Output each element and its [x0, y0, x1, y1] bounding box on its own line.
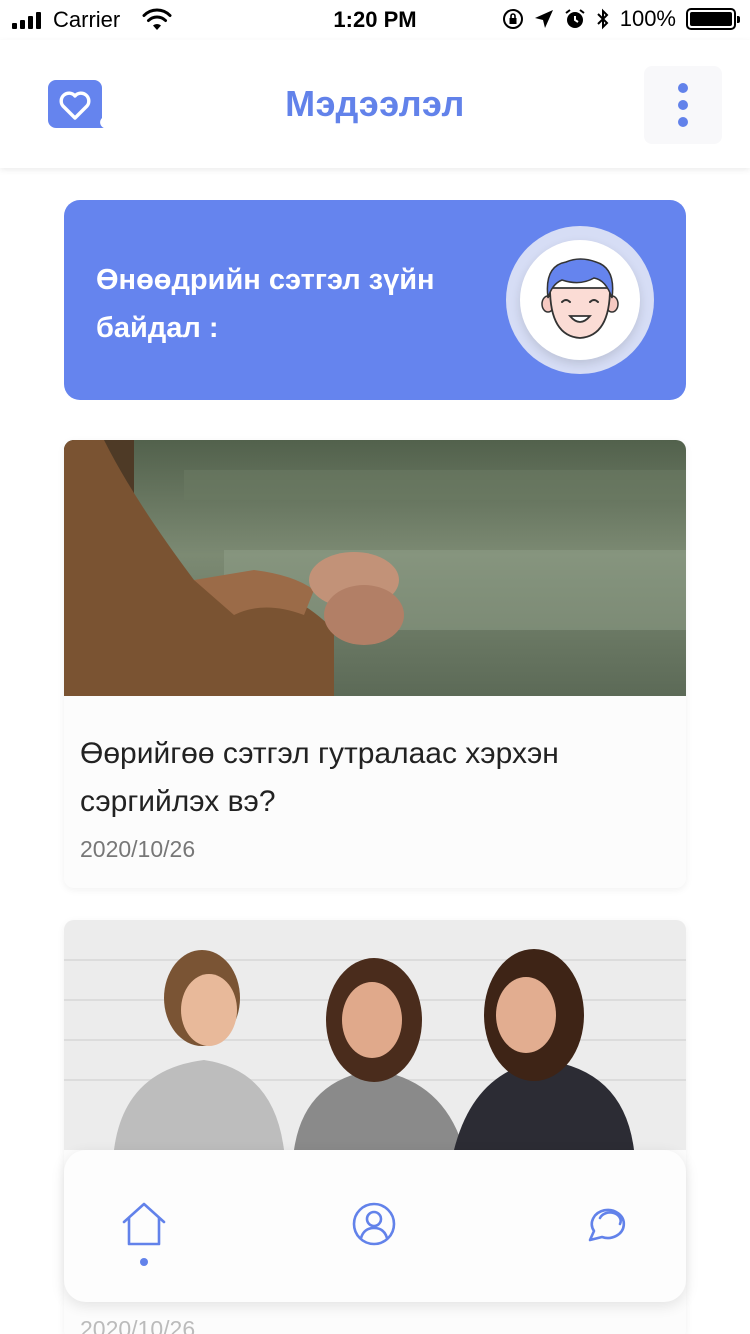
article-date: 2020/10/26: [80, 836, 196, 862]
avatar: [520, 240, 640, 360]
battery-icon: [686, 8, 740, 30]
page-title: Мэдээлэл: [285, 83, 465, 124]
status-bar: Carrier 1:20 PM 100%: [0, 0, 750, 40]
alarm-icon: [565, 9, 585, 28]
article-title: Өөрийгөө сэтгэл гутралаас хэрхэн сэргийл…: [80, 737, 559, 818]
more-vertical-icon: [678, 83, 688, 93]
bottom-navigation: [64, 1150, 686, 1302]
mood-avatar-button[interactable]: [506, 226, 654, 374]
profile-icon[interactable]: [350, 1200, 398, 1248]
bluetooth-icon: [597, 8, 609, 30]
chat-icon[interactable]: [582, 1200, 630, 1248]
article-image: [64, 920, 686, 1150]
mood-card[interactable]: Өнөөдрийн сэтгэл зүйн байдал :: [64, 200, 686, 400]
more-menu-button[interactable]: [644, 66, 722, 144]
active-indicator: [140, 1258, 148, 1266]
smiling-face-icon: [541, 258, 619, 339]
article-date: 2020/10/26: [80, 1316, 196, 1334]
article-card[interactable]: Өөрийгөө сэтгэл гутралаас хэрхэн сэргийл…: [64, 440, 686, 888]
rotation-lock-icon: [502, 9, 523, 29]
app-header: Мэдээлэл: [0, 40, 750, 168]
home-icon[interactable]: [120, 1200, 168, 1248]
location-icon: [534, 10, 553, 28]
article-image: [64, 440, 686, 696]
battery-percentage: 100%: [619, 6, 676, 31]
mood-prompt: Өнөөдрийн сэтгэл зүйн байдал :: [96, 264, 435, 344]
status-right: 100%: [502, 6, 740, 32]
